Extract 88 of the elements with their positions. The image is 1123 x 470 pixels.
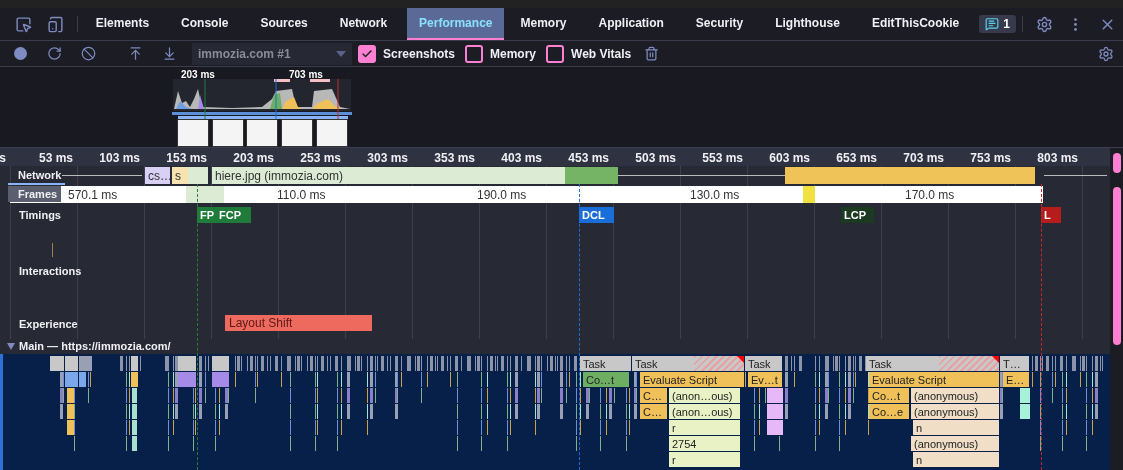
flame-chart-entry[interactable]: (anonymous): [911, 388, 1000, 403]
flame-chart-entry[interactable]: Evaluate Script: [869, 372, 1000, 387]
flame-chart-entry[interactable]: Co…e: [869, 404, 910, 419]
time-tick: 503 ms: [635, 151, 677, 165]
time-tick: 353 ms: [434, 151, 476, 165]
flame-chart-entry[interactable]: C…: [640, 388, 668, 403]
overview-time-label: 203 ms: [181, 69, 215, 80]
time-tick: 803 ms: [1037, 151, 1079, 165]
flame-chart-entry[interactable]: Evaluate Script: [640, 372, 745, 387]
panel-tab[interactable]: Application: [586, 8, 676, 40]
frame-duration: 570.1 ms: [68, 188, 118, 202]
timing-marker[interactable]: DCL: [579, 207, 614, 223]
panel-tab[interactable]: Console: [169, 8, 241, 40]
flame-chart-entry[interactable]: (anonymous): [911, 436, 1000, 451]
flame-chart-entry[interactable]: r: [669, 420, 741, 435]
scrollbar-thumb[interactable]: [1112, 153, 1121, 173]
checkbox-label: Web Vitals: [571, 46, 632, 61]
timing-marker[interactable]: L: [1041, 207, 1061, 223]
flame-chart-entry[interactable]: (anon…ous): [669, 404, 741, 419]
panel-tab[interactable]: Performance: [407, 8, 505, 40]
flame-chart-entry[interactable]: n: [913, 420, 1000, 435]
flame-chart-entry[interactable]: (anonymous): [911, 404, 1000, 419]
panel-tab[interactable]: Memory: [508, 8, 579, 40]
profile-select[interactable]: immozia.com #1: [192, 42, 352, 65]
flame-chart-entry[interactable]: C…: [640, 404, 668, 419]
main-thread-title[interactable]: Main — https://immozia.com/: [19, 340, 171, 352]
time-tick: 453 ms: [568, 151, 610, 165]
panel-tab[interactable]: Lighthouse: [763, 8, 852, 40]
checkbox-label: Memory: [490, 46, 537, 61]
time-tick: 203 ms: [233, 151, 275, 165]
time-tick: 603 ms: [769, 151, 811, 165]
panel-tab[interactable]: EditThisCookie: [859, 8, 972, 40]
interaction-tick: [52, 243, 53, 257]
track-label: Experience: [19, 318, 78, 330]
panel-tab[interactable]: Elements: [83, 8, 162, 40]
flame-chart-entry[interactable]: Task: [745, 356, 783, 371]
time-tick: s: [0, 151, 7, 165]
frames-track-toggle[interactable]: Frames: [8, 186, 62, 202]
request-wait-line: [1044, 175, 1107, 176]
flame-chart-entry[interactable]: Task: [632, 356, 745, 371]
frame-duration: 170.0 ms: [905, 188, 955, 202]
time-tick: 253 ms: [300, 151, 342, 165]
flame-chart-entry[interactable]: 2754: [669, 436, 741, 451]
time-tick: 403 ms: [501, 151, 543, 165]
network-request[interactable]: cs…: [145, 167, 170, 184]
frame-duration: 190.0 ms: [477, 188, 527, 202]
timing-marker[interactable]: LCP: [841, 207, 874, 223]
network-request[interactable]: hiere.jpg (immozia.com): [212, 167, 568, 184]
scrollbar-thumb[interactable]: [1112, 187, 1121, 345]
timing-marker[interactable]: FCP: [216, 207, 251, 223]
checkbox[interactable]: [465, 44, 484, 63]
panel-tab[interactable]: Security: [683, 8, 756, 40]
panel-tab[interactable]: Sources: [248, 8, 320, 40]
flame-chart-entry[interactable]: n: [913, 452, 1000, 467]
track-label: Interactions: [19, 265, 82, 277]
panel-tab[interactable]: Network: [327, 8, 400, 40]
screenshot-thumbnail: [212, 119, 244, 147]
flame-chart-entry[interactable]: E…: [1003, 372, 1030, 387]
flame-chart-entry[interactable]: T…: [1000, 356, 1030, 371]
flame-chart-entry[interactable]: Task: [580, 356, 632, 371]
flame-chart-entry[interactable]: Ev…t: [748, 372, 783, 387]
time-tick: 153 ms: [166, 151, 208, 165]
checkbox[interactable]: [358, 44, 376, 63]
time-tick: 653 ms: [836, 151, 878, 165]
flame-chart-entry[interactable]: r: [669, 452, 741, 467]
screenshot-thumbnail: [246, 119, 278, 147]
screenshot-thumbnail: [177, 119, 209, 147]
time-tick: 553 ms: [702, 151, 744, 165]
checkbox[interactable]: [546, 44, 565, 63]
issues-badge[interactable]: 1: [979, 15, 1016, 33]
check-icon: [361, 47, 373, 60]
flame-chart-entry[interactable]: (anon…ous): [669, 388, 741, 403]
flame-chart-entry[interactable]: Task: [866, 356, 1000, 371]
screenshot-thumbnail: [316, 119, 348, 147]
time-tick: 103 ms: [99, 151, 141, 165]
checkbox-label: Screenshots: [383, 46, 456, 61]
frame-duration: 110.0 ms: [277, 188, 326, 202]
flame-chart-entry[interactable]: Co…t: [869, 388, 910, 403]
frame-duration: 130.0 ms: [690, 188, 740, 202]
layout-shift-bar[interactable]: Layout Shift: [225, 315, 372, 331]
time-tick: 303 ms: [367, 151, 409, 165]
screenshot-thumbnail: [281, 119, 313, 147]
overview-time-label: 703 ms: [289, 69, 323, 80]
track-label: Timings: [19, 209, 61, 221]
time-tick: 753 ms: [970, 151, 1012, 165]
time-tick: 703 ms: [903, 151, 945, 165]
time-tick: 53 ms: [38, 151, 74, 165]
flame-chart-entry[interactable]: Co…t: [583, 372, 630, 387]
